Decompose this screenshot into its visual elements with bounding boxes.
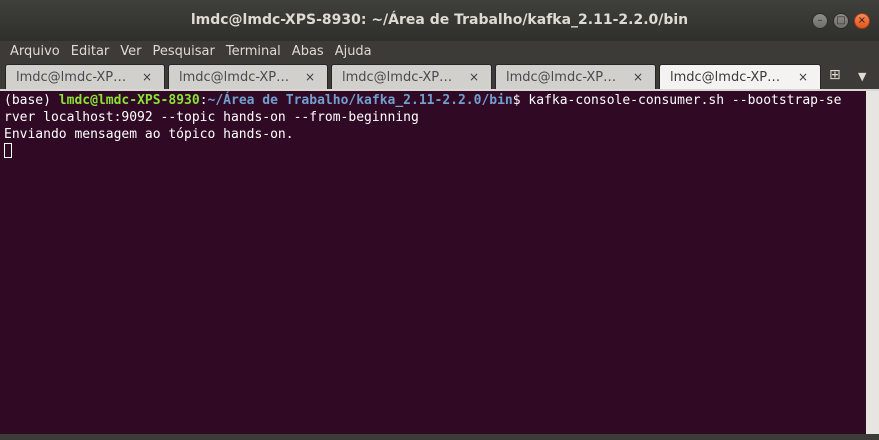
close-icon: × bbox=[857, 15, 867, 26]
menu-arquivo[interactable]: Arquivo bbox=[0, 44, 66, 59]
menu-abas[interactable]: Abas bbox=[287, 44, 330, 59]
tab-bar: lmdc@lmdc-XP… × lmdc@lmdc-XP… × lmdc@lmd… bbox=[0, 62, 879, 91]
menu-bar: Arquivo Editar Ver Pesquisar Terminal Ab… bbox=[0, 41, 879, 62]
tab-label: lmdc@lmdc-XP… bbox=[179, 70, 290, 85]
maximize-button[interactable]: □ bbox=[833, 13, 849, 29]
tab-close-icon[interactable]: × bbox=[305, 70, 315, 84]
menu-ajuda[interactable]: Ajuda bbox=[330, 44, 378, 59]
title-bar[interactable]: lmdc@lmdc-XPS-8930: ~/Área de Trabalho/k… bbox=[0, 0, 879, 41]
terminal-output[interactable]: (base) lmdc@lmdc-XPS-8930:~/Área de Trab… bbox=[0, 91, 866, 434]
tab-3[interactable]: lmdc@lmdc-XP… × bbox=[331, 64, 492, 90]
menu-editar[interactable]: Editar bbox=[66, 44, 116, 59]
command-line-2: rver localhost:9092 --topic hands-on --f… bbox=[4, 110, 419, 125]
prompt-separator: : bbox=[199, 93, 208, 108]
tab-close-icon[interactable]: × bbox=[469, 70, 479, 84]
prompt-symbol: $ bbox=[512, 93, 529, 108]
tab-menu-icon[interactable]: ▼ bbox=[858, 70, 866, 83]
prompt-prefix: (base) bbox=[4, 93, 59, 108]
tab-close-icon[interactable]: × bbox=[142, 70, 152, 84]
terminal-cursor bbox=[4, 143, 12, 158]
menu-ver[interactable]: Ver bbox=[115, 44, 147, 59]
tab-label: lmdc@lmdc-XP… bbox=[16, 70, 127, 85]
tab-4[interactable]: lmdc@lmdc-XP… × bbox=[495, 64, 656, 90]
tab-5-active[interactable]: lmdc@lmdc-XP… × bbox=[659, 64, 821, 91]
close-window-button[interactable]: × bbox=[854, 13, 870, 29]
new-tab-icon[interactable]: ⊞ bbox=[829, 67, 841, 83]
window-title: lmdc@lmdc-XPS-8930: ~/Área de Trabalho/k… bbox=[190, 12, 689, 28]
terminal-scrollbar[interactable] bbox=[866, 91, 879, 434]
window-bottom-border bbox=[0, 434, 879, 440]
prompt-user: lmdc@lmdc-XPS-8930 bbox=[58, 93, 200, 108]
tab-label: lmdc@lmdc-XP… bbox=[506, 70, 617, 85]
tab-label: lmdc@lmdc-XP… bbox=[342, 70, 453, 85]
terminal-window: lmdc@lmdc-XPS-8930: ~/Área de Trabalho/k… bbox=[0, 0, 879, 440]
command-line-1: (base) lmdc@lmdc-XPS-8930:~/Área de Trab… bbox=[4, 92, 842, 109]
tab-close-icon[interactable]: × bbox=[633, 70, 643, 84]
tab-close-icon[interactable]: × bbox=[798, 70, 808, 84]
prompt-path: ~/Área de Trabalho/kafka_2.11-2.2.0/bin bbox=[207, 93, 513, 108]
minimize-icon: – bbox=[817, 15, 823, 26]
menu-pesquisar[interactable]: Pesquisar bbox=[148, 44, 221, 59]
tab-1[interactable]: lmdc@lmdc-XP… × bbox=[5, 64, 165, 90]
tab-label: lmdc@lmdc-XP… bbox=[670, 70, 781, 85]
menu-terminal[interactable]: Terminal bbox=[221, 44, 287, 59]
tab-2[interactable]: lmdc@lmdc-XP… × bbox=[168, 64, 328, 90]
output-line: Enviando mensagem ao tópico hands-on. bbox=[4, 127, 294, 142]
maximize-icon: □ bbox=[836, 15, 846, 26]
minimize-button[interactable]: – bbox=[812, 13, 828, 29]
window-controls: – □ × bbox=[812, 13, 870, 29]
command-text-part1: kafka-console-consumer.sh --bootstrap-se bbox=[528, 93, 842, 108]
